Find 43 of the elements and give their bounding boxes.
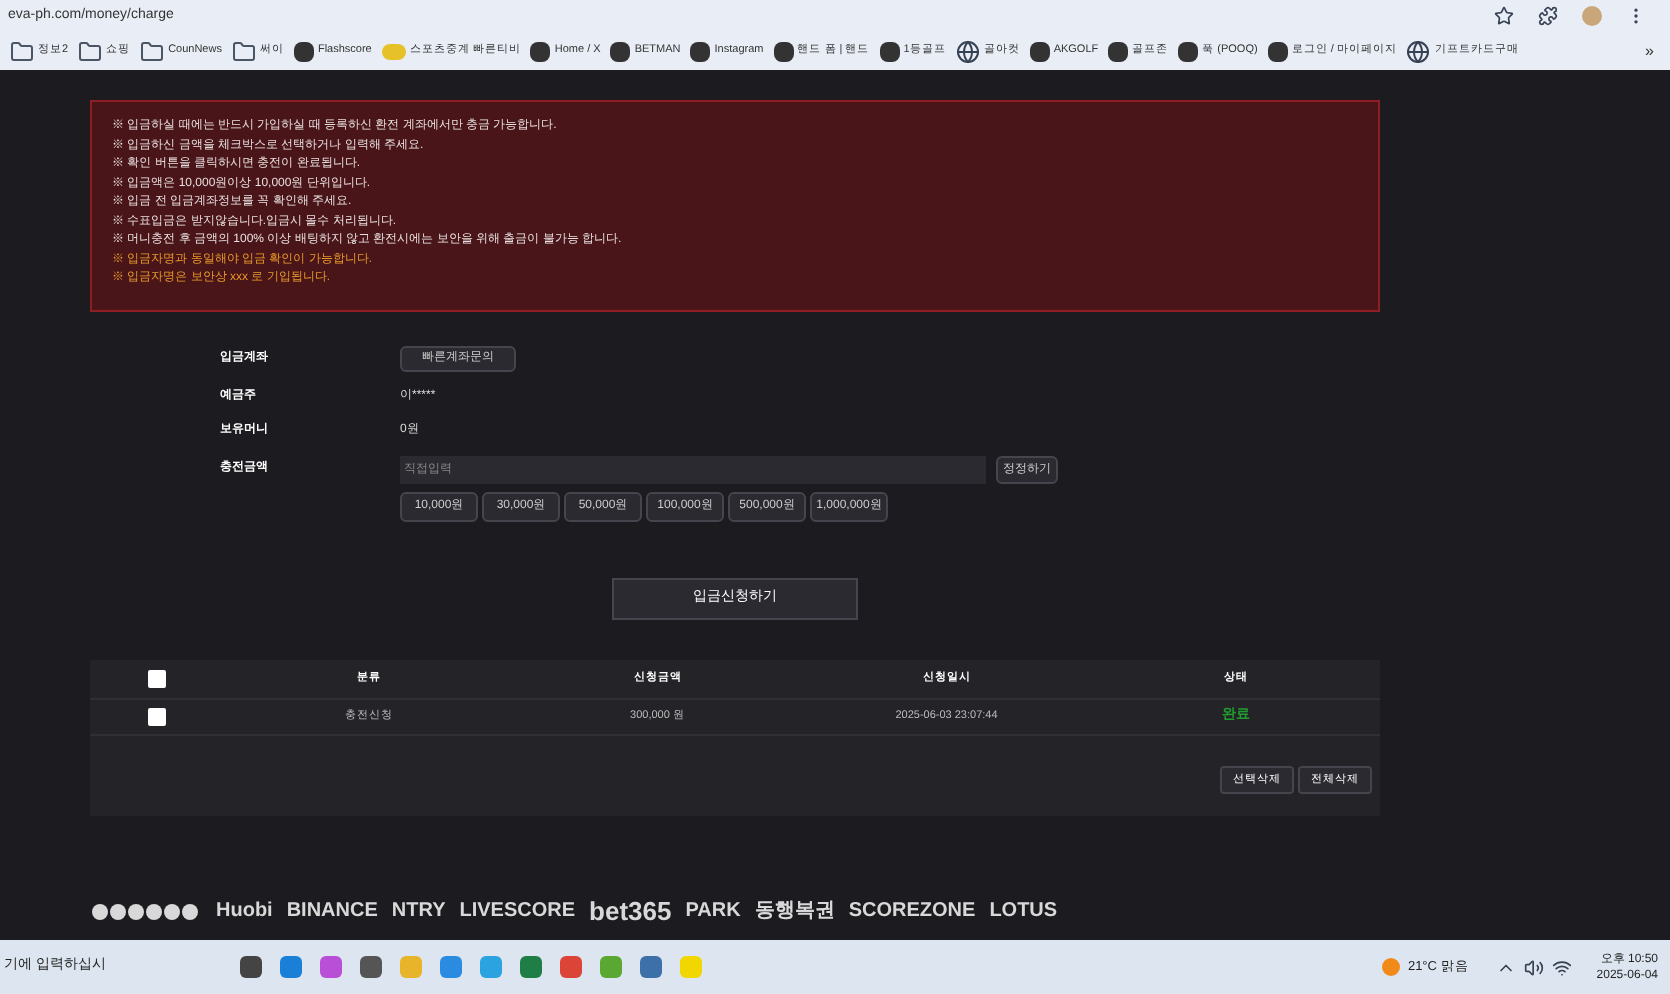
speaker-icon[interactable] bbox=[1524, 957, 1545, 977]
site-icon bbox=[690, 41, 711, 61]
site-icon bbox=[1178, 41, 1199, 61]
taskbar-app-icon[interactable] bbox=[640, 956, 662, 978]
globe-icon bbox=[1406, 39, 1431, 63]
wifi-icon[interactable] bbox=[1552, 957, 1573, 977]
partner-logo: SCOREZONE bbox=[848, 898, 976, 927]
checkbox[interactable] bbox=[148, 670, 166, 688]
bookmark-star-icon[interactable] bbox=[1494, 6, 1514, 26]
partner-logo: PARK bbox=[685, 898, 741, 927]
taskbar-app-icon[interactable] bbox=[280, 956, 302, 978]
globe-icon bbox=[955, 39, 980, 63]
site-icon bbox=[773, 41, 794, 61]
partner-logo: NTRY bbox=[391, 898, 446, 927]
folder-icon bbox=[140, 39, 165, 63]
extensions-icon[interactable] bbox=[1538, 6, 1558, 26]
taskbar-app-icon[interactable] bbox=[360, 956, 382, 978]
partner-logo: LOTUS bbox=[989, 898, 1058, 927]
taskbar-app-icon[interactable] bbox=[560, 956, 582, 978]
site-icon bbox=[381, 43, 406, 59]
checkbox[interactable] bbox=[148, 708, 166, 726]
folder-icon bbox=[231, 39, 256, 63]
partner-logo: LIVESCORE bbox=[459, 898, 576, 927]
site-icon bbox=[293, 41, 314, 61]
site-icon bbox=[610, 41, 631, 61]
folder-icon bbox=[78, 39, 103, 63]
partner-logo: bet365 bbox=[589, 894, 672, 930]
partner-logo: BINANCE bbox=[286, 898, 378, 927]
taskbar-app-icon[interactable] bbox=[320, 956, 342, 978]
site-icon bbox=[1267, 41, 1288, 61]
more-bookmarks-button[interactable]: » bbox=[1637, 39, 1662, 63]
weather-icon bbox=[1381, 958, 1400, 976]
taskbar-app-icon[interactable] bbox=[520, 956, 542, 978]
taskbar-app-icon[interactable] bbox=[240, 956, 262, 978]
site-icon bbox=[1029, 41, 1050, 61]
site-icon bbox=[1108, 41, 1129, 61]
site-icon bbox=[530, 41, 551, 61]
site-icon bbox=[879, 41, 900, 61]
profile-avatar[interactable] bbox=[1582, 6, 1602, 26]
partner-logo: 동행복권 bbox=[754, 898, 835, 927]
partner-logo: Huobi bbox=[216, 898, 273, 927]
folder-icon bbox=[10, 39, 34, 63]
ball-logo-drawing bbox=[90, 899, 202, 924]
